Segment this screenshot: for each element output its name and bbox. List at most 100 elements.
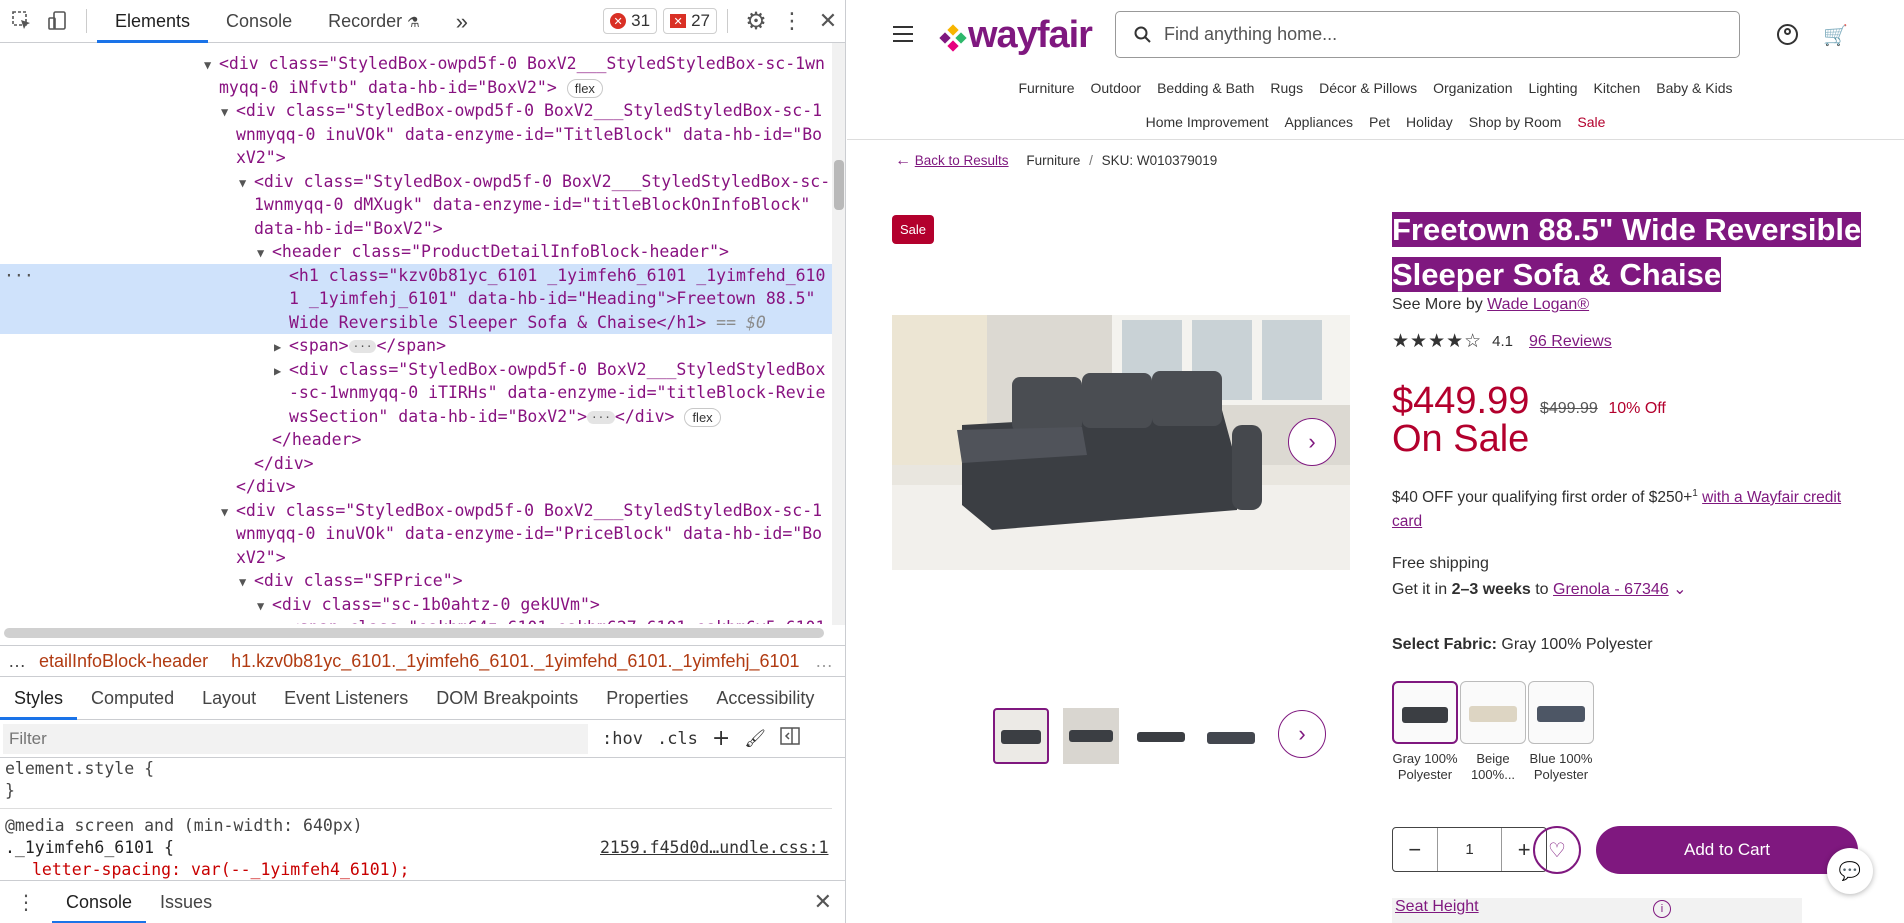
nav-outdoor[interactable]: Outdoor [1091, 80, 1142, 96]
site-search-box[interactable]: Find anything home... [1115, 11, 1740, 58]
dom-node[interactable]: ▼ <div class="StyledBox-owpd5f-0 BoxV2___… [0, 170, 832, 194]
chat-button[interactable]: 💬 [1827, 848, 1873, 894]
tab-event-listeners[interactable]: Event Listeners [270, 677, 422, 720]
drawer-menu-icon[interactable]: ⋮ [16, 890, 36, 914]
warnings-badge[interactable]: ✕ 27 [663, 8, 717, 34]
breadcrumb-item[interactable]: etailInfoBlock-header [39, 651, 208, 671]
dom-node[interactable]: ▼ <div class="StyledBox-owpd5f-0 BoxV2___… [0, 99, 832, 123]
drawer-tab-console[interactable]: Console [52, 881, 147, 923]
nav-baby-kids[interactable]: Baby & Kids [1656, 80, 1732, 96]
thumbnail-3[interactable] [1133, 708, 1189, 764]
dom-node[interactable]: ▶ <span> ··· </span> [0, 334, 832, 358]
tab-computed[interactable]: Computed [77, 677, 188, 720]
swatch-blue[interactable] [1528, 681, 1594, 744]
flex-badge[interactable]: flex [566, 78, 603, 98]
nav-home-improvement[interactable]: Home Improvement [1146, 114, 1269, 130]
drawer-tab-issues[interactable]: Issues [146, 881, 226, 923]
tab-styles[interactable]: Styles [0, 677, 78, 720]
tab-properties[interactable]: Properties [592, 677, 702, 720]
hamburger-menu-icon[interactable] [893, 26, 913, 42]
qty-value[interactable]: 1 [1436, 828, 1503, 871]
paint-brush-icon[interactable]: 🖌 [744, 729, 766, 749]
chevron-down-icon[interactable]: ⌄ [1673, 581, 1686, 598]
wayfair-logo[interactable]: wayfair [968, 14, 1093, 57]
swatch-gray[interactable] [1392, 681, 1458, 744]
dom-node[interactable]: ▶ <div class="StyledBox-owpd5f-0 BoxV2___… [0, 358, 832, 382]
tab-accessibility[interactable]: Accessibility [702, 677, 828, 720]
dom-node[interactable]: ▼ <div class="StyledBox-owpd5f-0 BoxV2___… [0, 499, 832, 523]
location-link[interactable]: Grenola - 67346 [1553, 581, 1669, 598]
dom-node[interactable]: <span class="oakhm64z_6101 oakhm627_6101… [0, 616, 832, 624]
back-to-results-link[interactable]: Back to Results [915, 153, 1009, 168]
qty-decrease-button[interactable]: − [1393, 828, 1437, 871]
style-rule-selector[interactable]: ._1yimfeh6_6101 {2159.f45d0d…undle.css:1 [0, 837, 832, 859]
device-toolbar-icon[interactable] [40, 0, 76, 43]
nav-shop-by-room[interactable]: Shop by Room [1469, 114, 1562, 130]
nav-sale[interactable]: Sale [1577, 114, 1605, 130]
thumbnails-next-button[interactable]: › [1278, 710, 1326, 758]
info-icon[interactable]: i [1653, 900, 1671, 918]
reviews-link[interactable]: 96 Reviews [1529, 333, 1612, 351]
collapsed-ellipsis[interactable]: ··· [348, 340, 377, 353]
swatch-beige[interactable] [1460, 681, 1526, 744]
nav-bedding-bath[interactable]: Bedding & Bath [1157, 80, 1254, 96]
hov-toggle[interactable]: :hov [602, 729, 643, 749]
thumbnail-1[interactable] [993, 708, 1049, 764]
dom-vertical-scrollbar[interactable] [832, 43, 845, 625]
dom-node[interactable]: ▼ <div class="SFPrice"> [0, 569, 832, 593]
dom-node[interactable]: ▼ <div class="sc-1b0ahtz-0 gekUVm"> [0, 593, 832, 617]
image-next-button[interactable]: › [1288, 418, 1336, 466]
tab-console[interactable]: Console [208, 0, 310, 43]
back-arrow-icon[interactable]: ← [895, 152, 911, 169]
breadcrumb-more-icon[interactable]: … [0, 651, 34, 671]
dom-scroll-thumb[interactable] [834, 160, 844, 210]
nav-pet[interactable]: Pet [1369, 114, 1390, 130]
style-rule-selector[interactable]: element.style { [0, 758, 832, 780]
nav-rugs[interactable]: Rugs [1270, 80, 1303, 96]
breadcrumb-category[interactable]: Furniture [1026, 153, 1080, 168]
add-rule-icon[interactable]: + [712, 726, 730, 751]
styles-filter-input[interactable] [3, 723, 588, 754]
nav-furniture[interactable]: Furniture [1018, 80, 1074, 96]
dom-tree[interactable]: ▼ <div class="StyledBox-owpd5f-0 BoxV2___… [0, 52, 832, 624]
tab-recorder[interactable]: Recorder ⚗ [310, 0, 438, 43]
add-to-cart-button[interactable]: Add to Cart [1596, 826, 1858, 874]
nav-holiday[interactable]: Holiday [1406, 114, 1453, 130]
thumbnail-4[interactable] [1203, 708, 1259, 764]
toggle-sidebar-icon[interactable] [780, 727, 800, 750]
dom-horizontal-scrollbar[interactable] [4, 628, 824, 638]
tab-dom-breakpoints[interactable]: DOM Breakpoints [422, 677, 592, 720]
node-options-icon[interactable]: ··· [4, 264, 34, 288]
collapsed-ellipsis[interactable]: ··· [587, 410, 615, 424]
more-tabs-button[interactable]: » [438, 0, 486, 43]
stylesheet-link[interactable]: 2159.f45d0d…undle.css:1 [600, 837, 828, 859]
tab-layout[interactable]: Layout [188, 677, 270, 720]
account-icon[interactable] [1777, 24, 1798, 45]
dom-node[interactable]: ▼ <div class="StyledBox-owpd5f-0 BoxV2___… [0, 52, 832, 76]
errors-badge[interactable]: ✕ 31 [603, 8, 658, 34]
style-declaration[interactable]: letter-spacing: var(--_1yimfeh4_6101); [0, 859, 832, 880]
kebab-menu-icon[interactable]: ⋮ [774, 0, 810, 43]
product-main-image[interactable] [892, 315, 1350, 570]
add-to-favorites-button[interactable]: ♡ [1533, 826, 1581, 874]
cart-icon[interactable]: 🛒 [1823, 23, 1848, 47]
selected-dom-node[interactable]: ··· <h1 class="kzv0b81yc_6101 _1yimfeh6_6… [0, 263, 832, 288]
flex-badge[interactable]: flex [684, 407, 721, 427]
tab-elements[interactable]: Elements [97, 0, 209, 43]
dom-node[interactable]: ▼ <header class="ProductDetailInfoBlock-h… [0, 240, 832, 264]
breadcrumb-more-icon[interactable]: … [815, 646, 833, 676]
nav-organization[interactable]: Organization [1433, 80, 1512, 96]
close-drawer-icon[interactable]: ✕ [814, 890, 832, 915]
settings-gear-icon[interactable]: ⚙ [738, 0, 774, 43]
inspect-element-icon[interactable] [4, 0, 40, 43]
close-devtools-icon[interactable]: ✕ [810, 0, 845, 43]
nav-lighting[interactable]: Lighting [1529, 80, 1578, 96]
nav-appliances[interactable]: Appliances [1285, 114, 1354, 130]
brand-link[interactable]: Wade Logan® [1487, 296, 1589, 313]
thumbnail-2[interactable] [1063, 708, 1119, 764]
nav-decor-pillows[interactable]: Décor & Pillows [1319, 80, 1417, 96]
seat-height-row[interactable]: Seat Height i [1392, 898, 1802, 923]
seat-height-link[interactable]: Seat Height [1395, 898, 1479, 915]
wayfair-logo-mark-icon[interactable] [939, 24, 967, 52]
cls-toggle[interactable]: .cls [657, 729, 698, 749]
